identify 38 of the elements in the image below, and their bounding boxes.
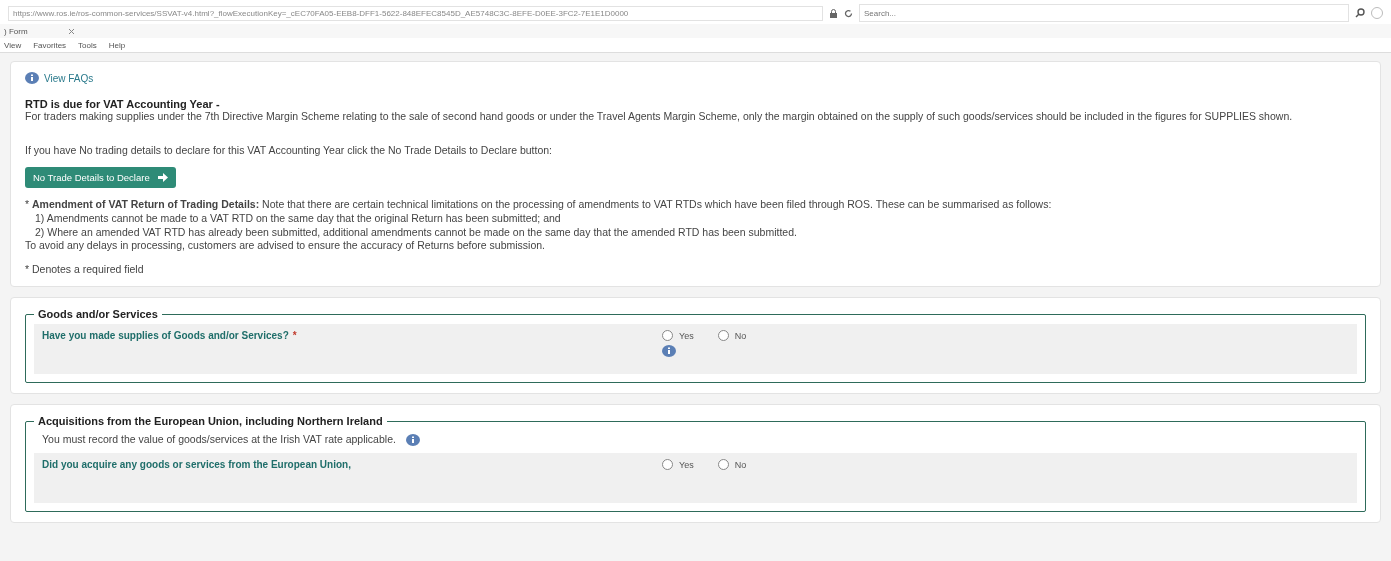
amendment-point: 1) Amendments cannot be made to a VAT RTD on the same day that the original Return has been submitted; and [34, 211, 562, 226]
lock-icon [829, 8, 838, 18]
amendment-point: 2) Where an amended VAT RTD has already been submitted, additional amendments cannot be made on the same day that the amended RTD has been submitted. [34, 225, 798, 240]
amendment-footer: To avoid any delays in processing, customers are advised to ensure the accuracy of Returns before submission. [25, 239, 1366, 253]
arrow-icon [157, 173, 168, 183]
close-icon[interactable] [67, 27, 75, 35]
required-note: * Denotes a required field [25, 262, 145, 277]
no-trade-text: If you have No trading details to declare for this VAT Accounting Year click the No Trade Details to Declare button: [25, 143, 554, 158]
required-mark: * [292, 330, 297, 342]
radio-option[interactable]: No [717, 459, 747, 471]
radio-button[interactable] [662, 459, 673, 471]
amendment-text: *Amendment of VAT Return of Trading Details: Note that there are certain technical limitations on the processing of amendments to VAT RTDs which have been filed through ROS. These can be summarised as follows: [25, 198, 1053, 212]
search-icon[interactable] [1355, 8, 1365, 18]
radio-option[interactable]: No [717, 330, 747, 342]
radio-button[interactable] [662, 330, 673, 342]
faq-link[interactable]: View FAQs [25, 72, 1366, 84]
radio-option[interactable]: Yes [662, 459, 694, 471]
info-icon [25, 72, 39, 84]
search-field[interactable]: Search... [859, 4, 1349, 22]
question-text: Did you acquire any goods or services from the European Union, [42, 459, 352, 473]
radio-button[interactable] [717, 330, 729, 342]
note-text: You must record the value of goods/services at the Irish VAT rate applicable. [42, 433, 396, 448]
browser-tab[interactable]: ) Form [4, 26, 28, 36]
section-legend: Goods and/or Services [34, 308, 162, 321]
radio-option[interactable]: Yes [662, 330, 694, 342]
no-trade-button[interactable]: No Trade Details to Declare [25, 167, 176, 189]
info-icon [405, 434, 420, 447]
menu-item[interactable]: Favorites [33, 40, 67, 50]
menu-item[interactable]: View [4, 40, 22, 50]
radio-button[interactable] [717, 459, 729, 471]
margin-scheme-text: For traders making supplies under the 7th Directive Margin Scheme relating to the sale of second hand goods or under the Travel Agents Margin Scheme, only the margin obtained on the supply of such goods/services should be included in the figures for SUPPLIES shown. [25, 110, 1294, 124]
menu-item[interactable]: Help [108, 40, 126, 50]
refresh-icon[interactable] [844, 8, 853, 18]
section-heading: RTD is due for VAT Accounting Year - [25, 98, 221, 110]
question-text: Have you made supplies of Goods and/or Services? * [42, 330, 298, 344]
address-bar[interactable]: https://www.ros.ie/ros-common-services/SSVAT-v4.html?_flowExecutionKey=_cEC70FA05-EEB8-DFF1-5622-848EFEC8545D_AE5748C3C-8EFE-D0EE-3FC2-7E1E1D0000 [8, 5, 823, 21]
menu-item[interactable]: Tools [78, 40, 97, 50]
section-legend: Acquisitions from the European Union, including Northern Ireland [34, 415, 387, 428]
